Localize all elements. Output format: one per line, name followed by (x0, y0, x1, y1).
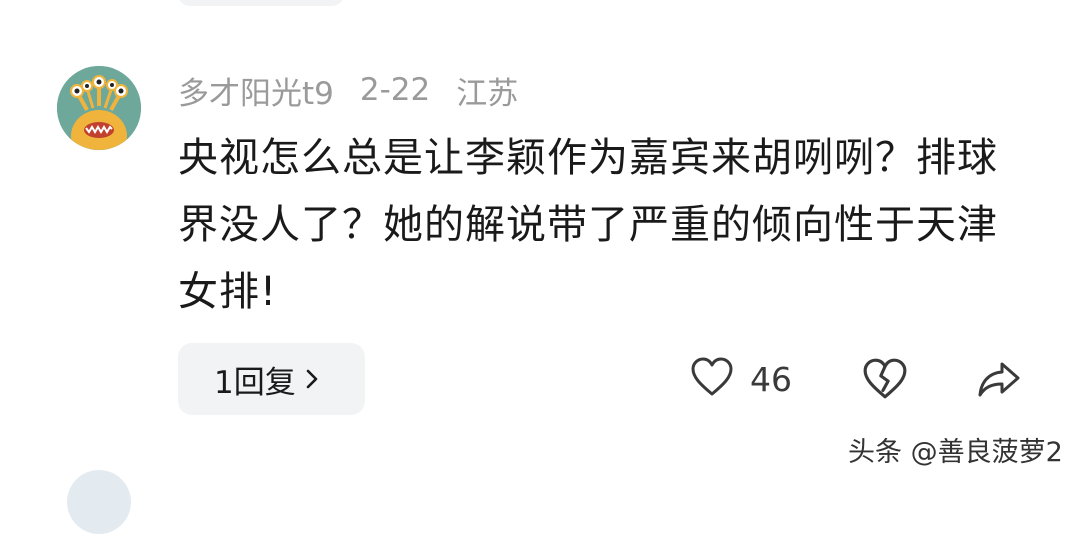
username[interactable]: 多才阳光t9 (178, 68, 334, 113)
next-comment-avatar[interactable] (67, 470, 131, 534)
cartoon-monster-avatar-icon (57, 66, 141, 150)
broken-heart-icon[interactable] (862, 356, 908, 402)
comment-text: 央视怎么总是让李颖作为嘉宾来胡咧咧？排球界没人了？她的解说带了严重的倾向性于天津… (178, 135, 998, 315)
reply-count-label: 1回复 (214, 364, 296, 401)
comment-location: 江苏 (456, 75, 519, 112)
like-count: 46 (750, 359, 792, 399)
watermark: 头条 @善良菠萝2 (848, 437, 1063, 468)
comment-meta: 多才阳光t9 2-22 江苏 (178, 68, 518, 112)
like-button[interactable]: 46 (690, 354, 792, 404)
share-arrow-icon[interactable] (976, 356, 1022, 402)
view-replies-button[interactable]: 1回复 (178, 343, 365, 415)
comment-date: 2-22 (359, 72, 431, 108)
heart-outline-icon (690, 356, 734, 402)
comment-item: 多才阳光t9 2-22 江苏 央视怎么总是让李颖作为嘉宾来胡咧咧？排球界没人了？… (0, 0, 1080, 477)
user-avatar[interactable] (57, 66, 141, 150)
chevron-right-icon (304, 367, 320, 391)
